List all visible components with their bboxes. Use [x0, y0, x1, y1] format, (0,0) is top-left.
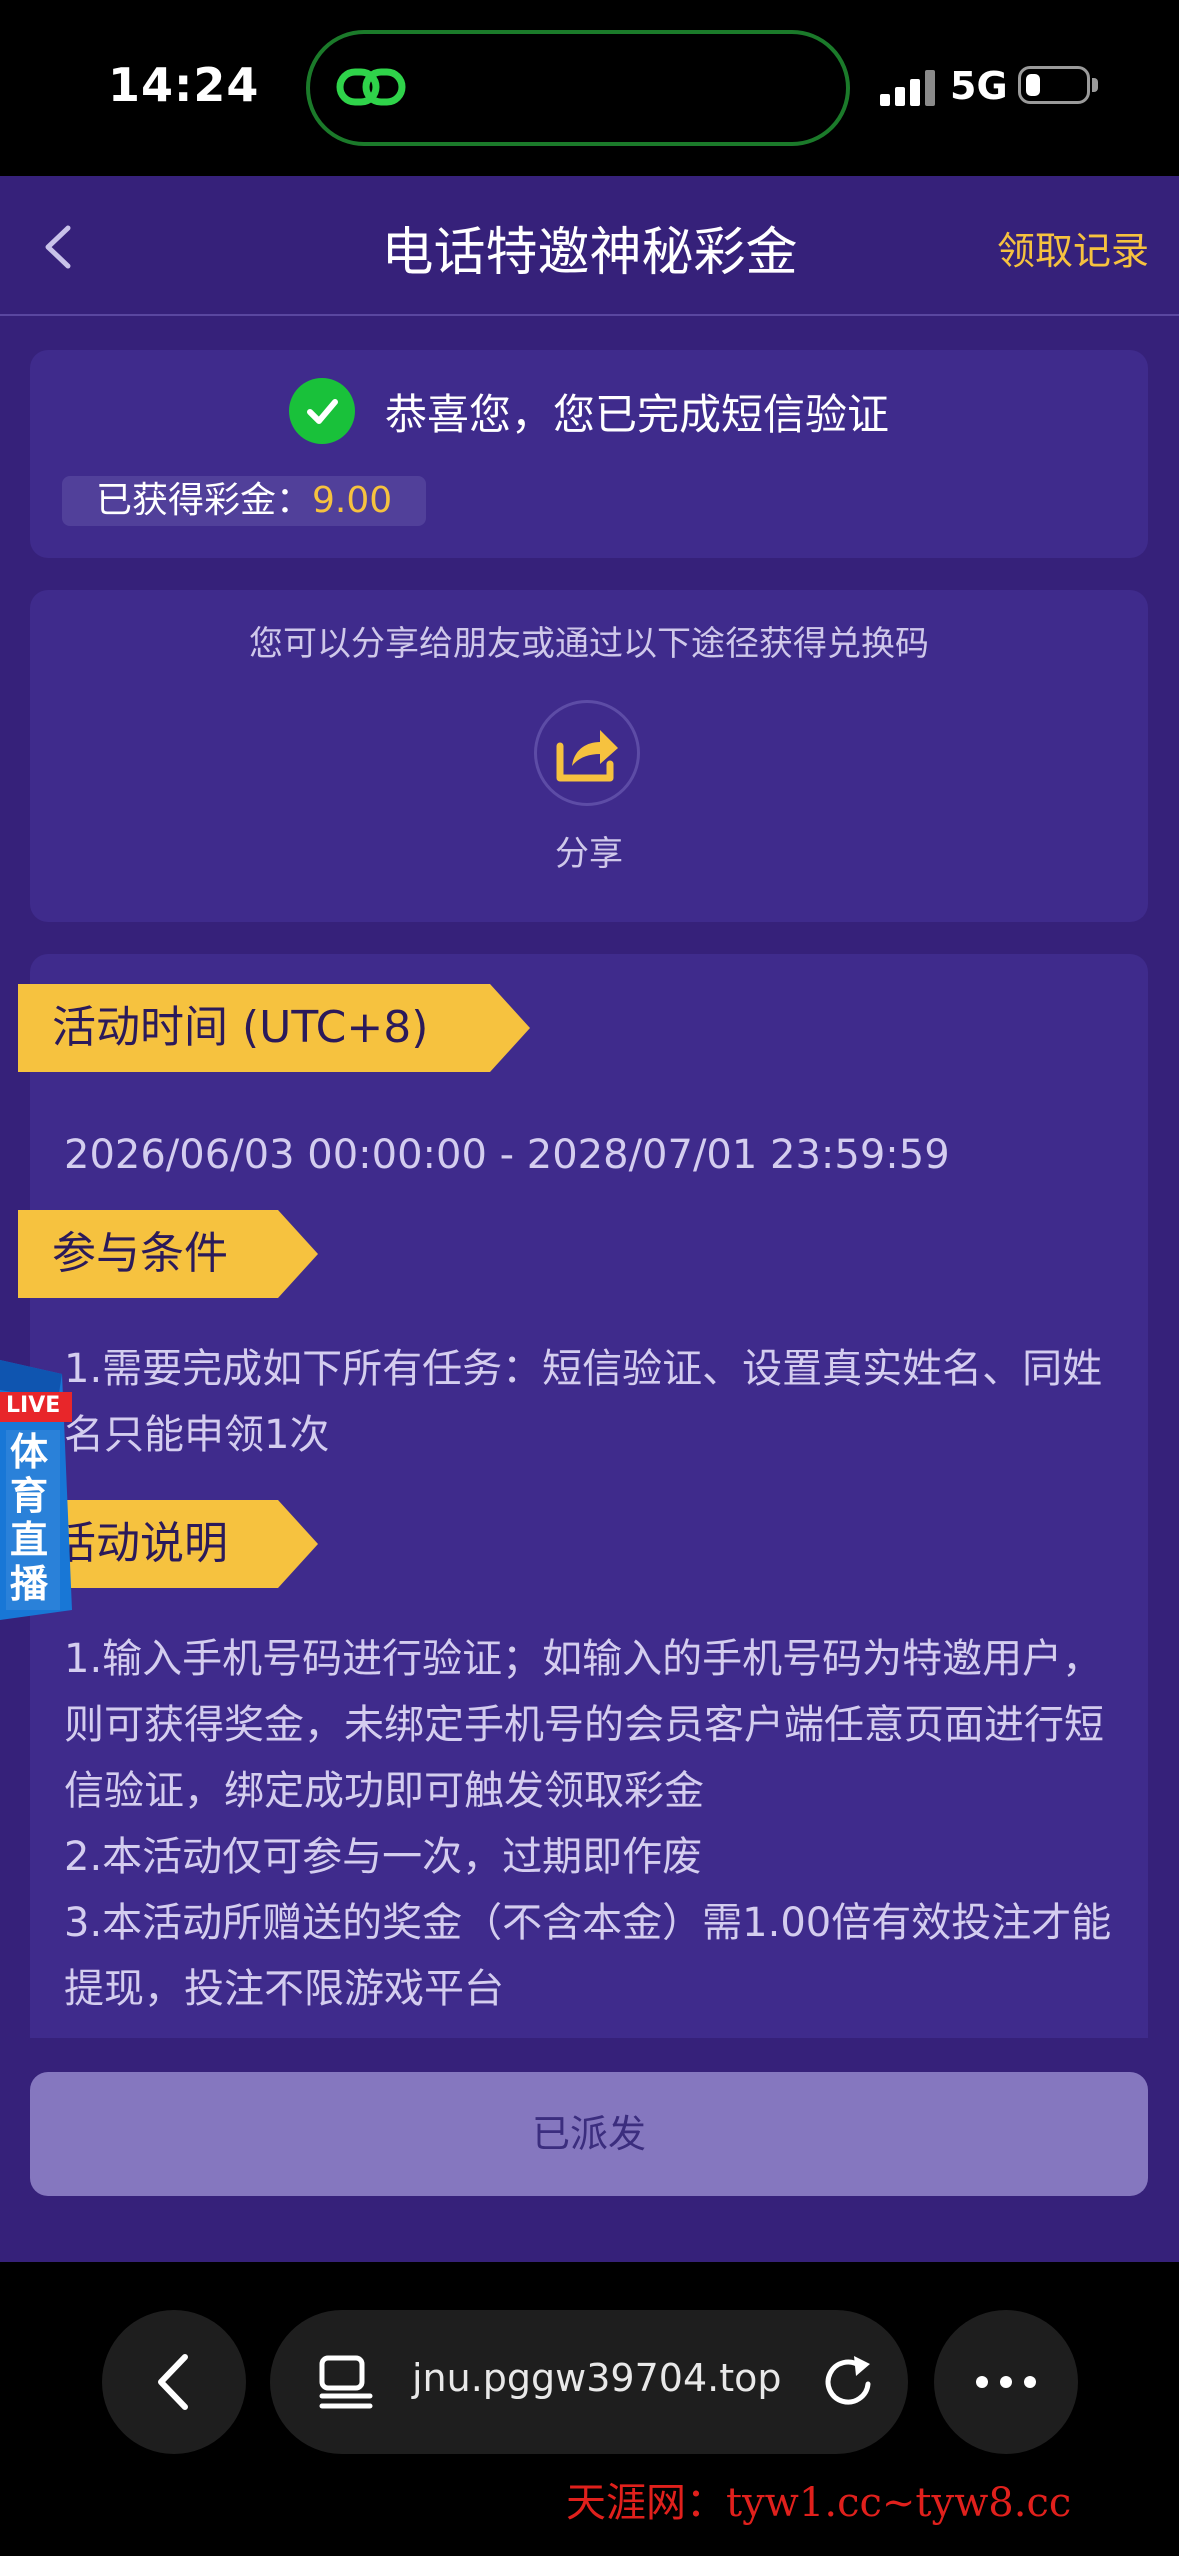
earned-label: 已获得彩金：: [96, 480, 313, 521]
link-icon: [336, 68, 406, 106]
back-chevron-icon[interactable]: [30, 212, 90, 282]
dispatched-button[interactable]: 已派发: [30, 2072, 1148, 2196]
records-link[interactable]: 领取记录: [997, 220, 1149, 275]
share-hint: 您可以分享给朋友或通过以下途径获得兑换码: [249, 624, 929, 664]
share-card: 您可以分享给朋友或通过以下途径获得兑换码 分享: [30, 590, 1148, 922]
success-message: 恭喜您，您已完成短信验证: [384, 389, 889, 439]
browser-more-button[interactable]: [934, 2310, 1078, 2454]
live-tag: LIVE: [6, 1393, 61, 1418]
more-dots-icon: [976, 2376, 1036, 2388]
reload-icon[interactable]: [818, 2348, 882, 2414]
share-label: 分享: [555, 834, 623, 874]
header: 电话特邀神秘彩金 领取记录: [0, 176, 1179, 316]
network-type: 5G: [950, 64, 1008, 108]
live-text: 体育直播: [10, 1430, 49, 1606]
earned-value: 9.00: [312, 480, 393, 521]
status-time: 14:24: [108, 58, 260, 112]
share-icon: [556, 730, 618, 782]
app-content: 电话特邀神秘彩金 领取记录 恭喜您，您已完成短信验证 已获得彩金： 9.00 您…: [0, 176, 1179, 2262]
check-circle-icon: [288, 378, 355, 444]
battery-nub: [1092, 78, 1098, 92]
verification-card: 恭喜您，您已完成短信验证 已获得彩金： 9.00: [30, 350, 1148, 558]
conditions-text: 1.需要完成如下所有任务：短信验证、设置真实姓名、同姓名只能申领1次: [64, 1346, 1103, 1458]
live-sports-badge[interactable]: LIVE 体育直播: [0, 1360, 72, 1620]
description-line-2: 2.本活动仅可参与一次，过期即作废: [64, 1834, 703, 1880]
description-line-3: 3.本活动所赠送的奖金（不含本金）需1.00倍有效投注才能提现，投注不限游戏平台: [64, 1900, 1112, 2012]
section-banner-conditions: 参与条件: [18, 1210, 318, 1298]
description-text: 1.输入手机号码进行验证；如输入的手机号码为特邀用户，则可获得奖金，未绑定手机号…: [64, 1626, 1124, 2022]
activity-time-range: 2026/06/03 00:00:00 - 2028/07/01 23:59:5…: [64, 1132, 950, 1178]
section-banner-time: 活动时间 (UTC+8): [18, 984, 530, 1072]
url-text: jnu.pggw39704.top: [412, 2356, 782, 2400]
watermark: 天涯网：tyw1.cc~tyw8.cc: [566, 2480, 1072, 2526]
dynamic-island: [306, 30, 850, 146]
cellular-signal-icon: [880, 70, 935, 106]
description-line-1: 1.输入手机号码进行验证；如输入的手机号码为特邀用户，则可获得奖金，未绑定手机号…: [64, 1636, 1104, 1814]
browser-back-button[interactable]: [102, 2310, 246, 2454]
address-bar[interactable]: jnu.pggw39704.top: [270, 2310, 908, 2454]
bottom-action-bar: 已派发: [0, 2038, 1179, 2262]
tabs-icon: [319, 2355, 373, 2409]
earned-badge: 已获得彩金： 9.00: [62, 476, 427, 526]
share-button[interactable]: [534, 700, 640, 806]
success-row: 恭喜您，您已完成短信验证: [30, 378, 1148, 444]
chevron-left-icon: [158, 2354, 188, 2410]
battery-icon: [1018, 66, 1090, 104]
status-bar: 14:24 5G: [0, 0, 1179, 176]
